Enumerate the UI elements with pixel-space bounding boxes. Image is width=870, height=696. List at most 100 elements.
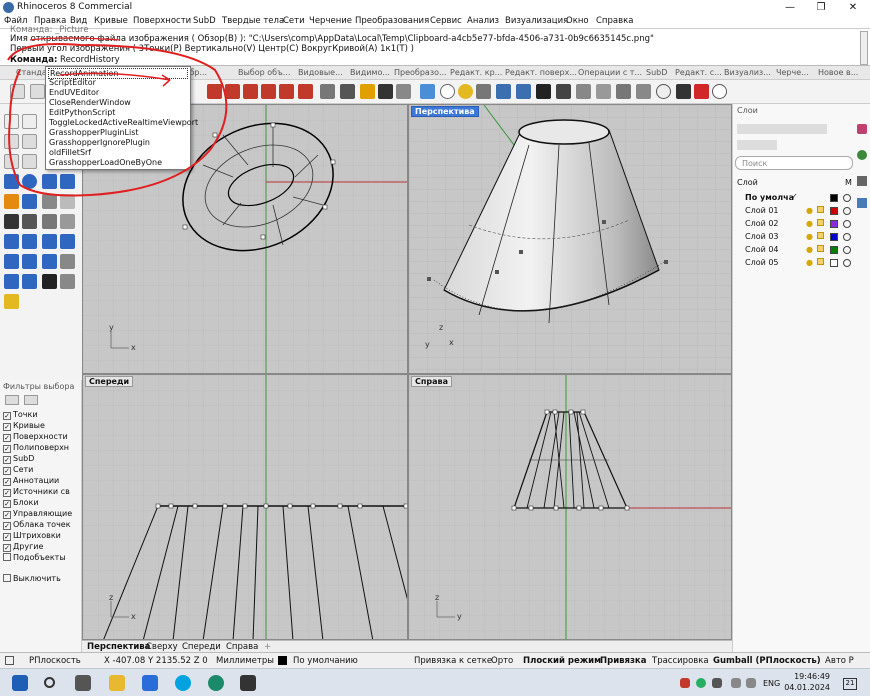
check-icon[interactable] bbox=[42, 274, 57, 289]
dimension-icon[interactable] bbox=[4, 234, 19, 249]
autocomplete-item[interactable]: GrasshopperIgnorePlugin bbox=[49, 138, 150, 147]
autocomplete-item[interactable]: EditPythonScript bbox=[49, 108, 115, 117]
tool-icon[interactable] bbox=[536, 84, 551, 99]
volume-icon[interactable] bbox=[746, 678, 756, 688]
transform-icon[interactable] bbox=[22, 254, 37, 269]
layer-color-swatch[interactable] bbox=[830, 259, 838, 267]
extrude-icon[interactable] bbox=[4, 194, 19, 209]
tab-perspective[interactable]: Перспектива bbox=[87, 642, 150, 652]
layer-material-circle[interactable] bbox=[843, 259, 851, 267]
filter-control-points[interactable]: ✓ Управляющие bbox=[3, 509, 72, 519]
tab-top[interactable]: Сверху bbox=[146, 642, 178, 652]
sparkle-icon[interactable] bbox=[694, 84, 709, 99]
filter-blocks[interactable]: ✓ Блоки bbox=[3, 498, 39, 508]
layer-material-circle[interactable] bbox=[843, 220, 851, 228]
split-icon[interactable] bbox=[22, 214, 37, 229]
toolbar-tab[interactable]: Видовые... bbox=[298, 68, 343, 77]
filter-curves[interactable]: ✓ Кривые bbox=[3, 421, 45, 431]
boolean-icon[interactable] bbox=[4, 214, 19, 229]
filter-subd[interactable]: ✓ SubD bbox=[3, 454, 34, 464]
solid-icon[interactable] bbox=[22, 274, 37, 289]
snap-icon[interactable] bbox=[440, 84, 455, 99]
autocomplete-item[interactable]: GrasshopperPluginList bbox=[49, 128, 139, 137]
curve-tool-icon[interactable] bbox=[4, 154, 19, 169]
rotate-360-icon[interactable] bbox=[656, 84, 671, 99]
command-history-scrollbar[interactable] bbox=[860, 31, 868, 65]
transform-icon[interactable] bbox=[42, 254, 57, 269]
autocomplete-item[interactable]: EndUVEditor bbox=[49, 88, 99, 97]
store-icon[interactable] bbox=[142, 675, 158, 691]
tool-icon[interactable] bbox=[596, 84, 611, 99]
mesh-icon[interactable] bbox=[22, 194, 37, 209]
status-planar[interactable]: Плоский режим bbox=[523, 656, 601, 666]
layers-toolbar-icons[interactable] bbox=[737, 124, 827, 134]
menu-help[interactable]: Справка bbox=[596, 16, 633, 26]
viewport-right[interactable]: Справа z y bbox=[408, 374, 732, 640]
toolbar-tab[interactable]: Редакт. с... bbox=[675, 68, 722, 77]
layer-color-swatch[interactable] bbox=[830, 246, 838, 254]
layer-row[interactable]: Слой 05 ● bbox=[733, 257, 853, 269]
toolbar-tab[interactable]: Видимо... bbox=[350, 68, 390, 77]
filter-funnel-icon[interactable] bbox=[24, 395, 38, 405]
filter-subobjects[interactable]: Подобъекты bbox=[3, 553, 66, 562]
clock-date[interactable]: 04.01.2024 bbox=[784, 683, 830, 692]
menu-solids[interactable]: Твердые тела bbox=[222, 16, 284, 26]
toolbar-tab[interactable]: Операции с т... bbox=[578, 68, 642, 77]
status-grid-snap[interactable]: Привязка к сетке bbox=[414, 656, 492, 666]
viewport-layout-icon[interactable] bbox=[420, 84, 435, 99]
tray-icon[interactable] bbox=[712, 678, 722, 688]
tool-icon[interactable] bbox=[576, 84, 591, 99]
material-icon[interactable] bbox=[476, 84, 491, 99]
transform-icon[interactable] bbox=[60, 254, 75, 269]
panel-side-icon[interactable] bbox=[857, 150, 867, 160]
layer-row[interactable]: Слой 02 ● bbox=[733, 218, 853, 230]
menu-render[interactable]: Визуализация bbox=[505, 16, 568, 26]
layer-material-circle[interactable] bbox=[843, 246, 851, 254]
filter-hatches[interactable]: ✓ Штриховки bbox=[3, 531, 61, 541]
viewport-right-title[interactable]: Справа bbox=[411, 376, 452, 387]
surface-icon[interactable] bbox=[60, 174, 75, 189]
command-input[interactable]: RecordHistory bbox=[60, 55, 120, 65]
solid-icon[interactable] bbox=[60, 274, 75, 289]
menu-analyze[interactable]: Анализ bbox=[467, 16, 499, 26]
menu-subd[interactable]: SubD bbox=[193, 16, 216, 26]
filter-lights[interactable]: ✓ Источники св bbox=[3, 487, 70, 497]
arc-tool-icon[interactable] bbox=[22, 134, 37, 149]
autocomplete-item[interactable]: ScriptEditor bbox=[49, 78, 96, 87]
toolbar-tab[interactable]: Выбор объ... bbox=[238, 68, 290, 77]
toolbar-tab[interactable]: Редакт. кр... bbox=[450, 68, 502, 77]
start-icon[interactable] bbox=[12, 675, 28, 691]
viewport-front-title[interactable]: Спереди bbox=[85, 376, 134, 387]
walk-icon[interactable] bbox=[676, 84, 691, 99]
render-icon[interactable] bbox=[396, 84, 411, 99]
trim-icon[interactable] bbox=[42, 214, 57, 229]
tab-right[interactable]: Справа bbox=[226, 642, 258, 652]
autocomplete-item[interactable]: oldFilletSrf bbox=[49, 148, 91, 157]
fillet-icon[interactable] bbox=[42, 194, 57, 209]
filter-disable[interactable]: Выключить bbox=[3, 574, 61, 583]
shade-icon[interactable] bbox=[516, 84, 531, 99]
network-icon[interactable] bbox=[731, 678, 741, 688]
menu-transform[interactable]: Преобразования bbox=[355, 16, 429, 26]
layer-color-swatch[interactable] bbox=[830, 233, 838, 241]
layers-search-input[interactable]: Поиск bbox=[735, 156, 853, 170]
printer-icon[interactable] bbox=[378, 84, 393, 99]
point-icon[interactable] bbox=[22, 114, 37, 129]
layer-color-swatch[interactable] bbox=[830, 220, 838, 228]
menu-drafting[interactable]: Черчение bbox=[309, 16, 352, 26]
skype-icon[interactable] bbox=[175, 675, 191, 691]
status-osnap[interactable]: Привязка bbox=[600, 656, 646, 666]
filter-other[interactable]: ✓ Другие bbox=[3, 542, 43, 552]
toolbar-tab[interactable]: Преобразо... bbox=[394, 68, 447, 77]
search-icon[interactable] bbox=[44, 677, 55, 688]
move-icon[interactable] bbox=[42, 234, 57, 249]
layer-visible-bulb-icon[interactable]: ● bbox=[806, 258, 813, 267]
autocomplete-item[interactable]: GrasshopperLoadOneByOne bbox=[49, 158, 162, 167]
tray-icon[interactable] bbox=[696, 678, 706, 688]
car-icon[interactable] bbox=[207, 84, 222, 99]
layer-row[interactable]: Слой 03 ● bbox=[733, 231, 853, 243]
tray-icon[interactable] bbox=[680, 678, 690, 688]
layer-visible-bulb-icon[interactable]: ● bbox=[806, 245, 813, 254]
toolbar-tab[interactable]: Черче... bbox=[776, 68, 809, 77]
edge-icon[interactable] bbox=[208, 675, 224, 691]
